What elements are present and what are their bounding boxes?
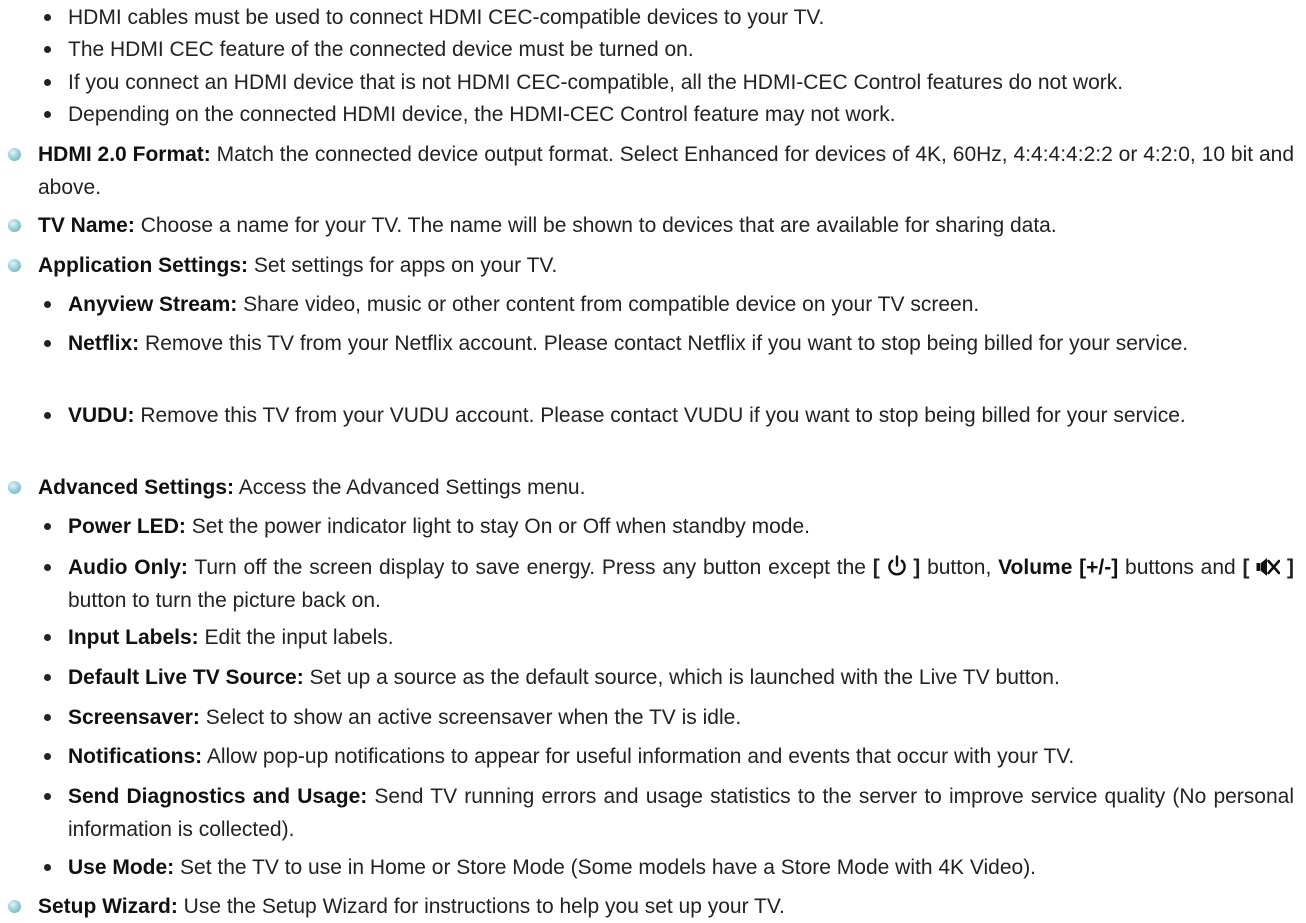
bullet-icon (44, 46, 51, 53)
send-diagnostics-item: Send Diagnostics and Usage: Send TV runn… (44, 780, 1294, 846)
circle-bullet-icon (8, 481, 21, 494)
bullet-icon (44, 674, 51, 681)
circle-bullet-icon (8, 900, 21, 913)
notifications-item: Notifications: Allow pop-up notification… (44, 740, 1294, 773)
hdmi-note: Depending on the connected HDMI device, … (44, 98, 1294, 131)
bullet-icon (44, 793, 51, 800)
hdmi-note: HDMI cables must be used to connect HDMI… (44, 1, 1294, 34)
bullet-icon (44, 340, 51, 347)
item-text: Access the Advanced Settings menu. (234, 476, 586, 499)
advanced-settings-item: Advanced Settings: Access the Advanced S… (8, 471, 1294, 504)
bullet-icon (44, 634, 51, 641)
item-text: Choose a name for your TV. The name will… (134, 214, 1057, 237)
power-led-item: Power LED: Set the power indicator light… (44, 510, 1294, 543)
setup-wizard-item: Setup Wizard: Use the Setup Wizard for i… (8, 890, 1294, 923)
item-text: Use the Setup Wizard for instructions to… (177, 895, 785, 918)
bullet-icon (44, 301, 51, 308)
use-mode-item: Use Mode: Set the TV to use in Home or S… (44, 851, 1294, 884)
anyview-stream-item: Anyview Stream: Share video, music or ot… (44, 288, 1294, 321)
application-settings-item: Application Settings: Set settings for a… (8, 249, 1294, 282)
power-icon (887, 555, 906, 576)
mute-icon (1256, 558, 1281, 576)
manual-page: HDMI cables must be used to connect HDMI… (0, 0, 1306, 919)
netflix-item: Netflix: Remove this TV from your Netfli… (44, 327, 1294, 360)
bullet-icon (44, 111, 51, 118)
item-text: Match the connected device output format… (38, 143, 1294, 199)
hdmi-format-item: HDMI 2.0 Format: Match the connected dev… (8, 138, 1294, 204)
power-button-ref: [ ] (872, 555, 921, 579)
bullet-icon (44, 714, 51, 721)
item-title: Application Settings: (38, 254, 248, 277)
tv-name-item: TV Name: Choose a name for your TV. The … (8, 209, 1294, 242)
vudu-item: VUDU: Remove this TV from your VUDU acco… (44, 399, 1294, 432)
screensaver-item: Screensaver: Select to show an active sc… (44, 701, 1294, 734)
bullet-icon (44, 523, 51, 530)
audio-only-item: Audio Only: Turn off the screen display … (44, 551, 1295, 617)
hdmi-note: If you connect an HDMI device that is no… (44, 66, 1294, 99)
item-title: HDMI 2.0 Format: (38, 143, 211, 166)
bullet-icon (44, 753, 51, 760)
bullet-icon (44, 864, 51, 871)
bullet-icon (44, 79, 51, 86)
input-labels-item: Input Labels: Edit the input labels. (44, 621, 1294, 654)
hdmi-note: The HDMI CEC feature of the connected de… (44, 33, 1294, 66)
item-title: TV Name: (38, 214, 135, 237)
bullet-icon (44, 564, 51, 571)
bullet-icon (44, 412, 51, 419)
mute-button-ref: [ ] (1242, 556, 1295, 579)
bullet-icon (44, 14, 51, 21)
circle-bullet-icon (8, 219, 21, 232)
default-live-tv-source-item: Default Live TV Source: Set up a source … (44, 661, 1294, 694)
item-text: Set settings for apps on your TV. (248, 254, 558, 277)
circle-bullet-icon (8, 259, 21, 272)
circle-bullet-icon (8, 148, 21, 161)
item-title: Setup Wizard: (38, 895, 178, 918)
item-title: Advanced Settings: (38, 476, 235, 499)
